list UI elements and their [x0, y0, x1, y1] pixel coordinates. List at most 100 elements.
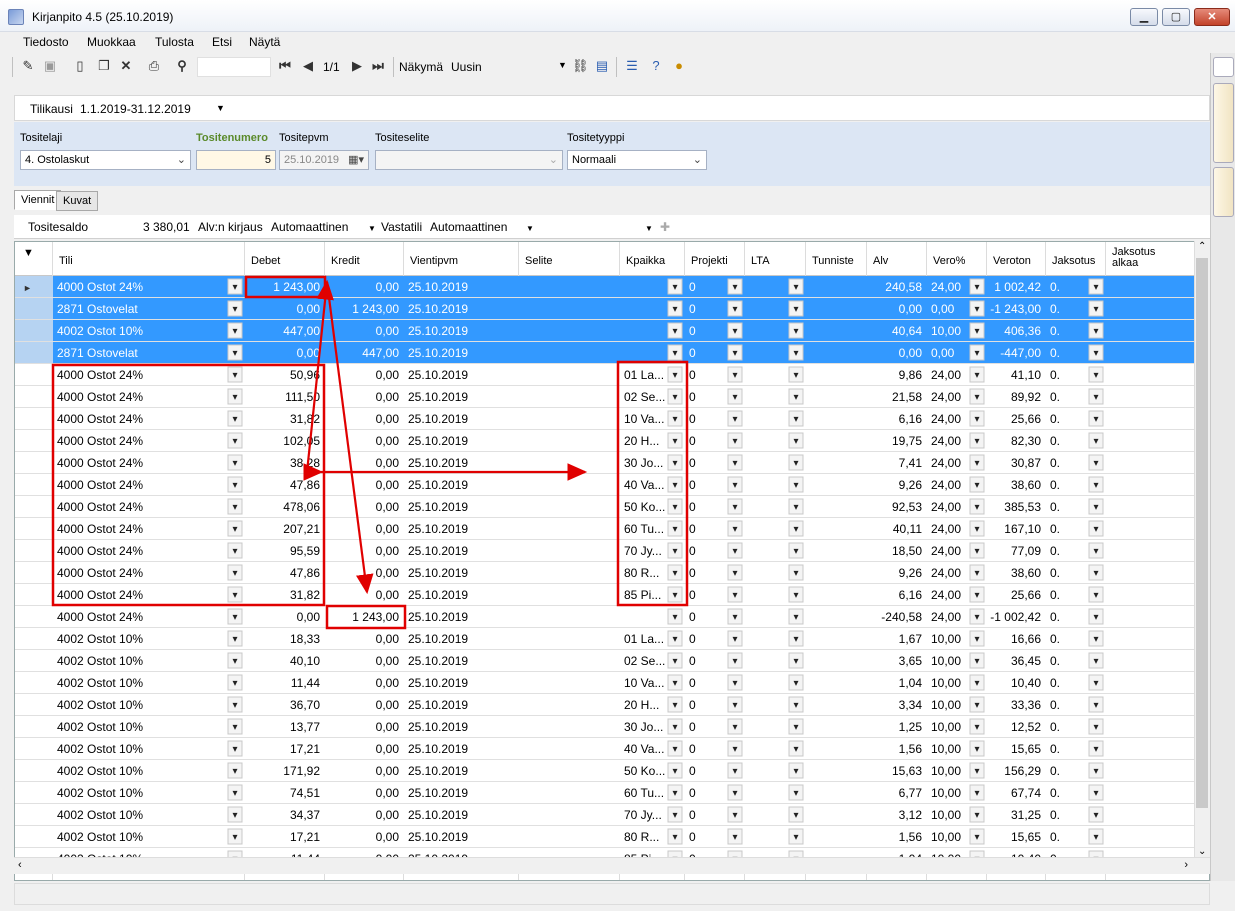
next-record-icon[interactable]: ▶	[349, 58, 365, 74]
counter-account-select[interactable]: Automaattinen	[430, 220, 507, 234]
tab-kuvat[interactable]: Kuvat	[56, 191, 99, 211]
row-selector[interactable]	[15, 804, 53, 826]
list-icon[interactable]: ☰	[624, 58, 640, 74]
horizontal-scrollbar[interactable]: ‹ ›	[14, 857, 1210, 874]
cell-6: 50 Ko...	[624, 764, 665, 778]
menu-tiedosto[interactable]: Tiedosto	[23, 35, 69, 49]
cell-12: 38,60	[1011, 478, 1041, 492]
voucher-date-input[interactable]: 25.10.2019 ▦▾	[279, 150, 369, 170]
cell-12: 89,92	[1011, 390, 1041, 404]
chevron-down-icon: ▾	[232, 568, 237, 579]
maximize-button[interactable]: ▢	[1162, 8, 1190, 26]
row-selector[interactable]	[15, 408, 53, 430]
menu-etsi[interactable]: Etsi	[212, 35, 232, 49]
cell-3: 447,00	[362, 346, 399, 360]
tab-viennit[interactable]: Viennit	[14, 190, 62, 210]
entries-grid[interactable]: ▼ Tili Debet Kredit Vientipvm Selite Kpaikka Pr…	[14, 241, 1210, 881]
row-selector[interactable]	[15, 496, 53, 518]
row-selector[interactable]	[15, 452, 53, 474]
chevron-down-icon[interactable]: ▼	[558, 60, 567, 70]
delete-icon[interactable]: ✕	[118, 58, 134, 74]
row-selector[interactable]	[15, 584, 53, 606]
row-selector[interactable]	[15, 782, 53, 804]
scroll-thumb[interactable]	[1196, 258, 1208, 808]
period-select[interactable]: 1.1.2019-31.12.2019	[80, 102, 191, 116]
menu-muokkaa[interactable]: Muokkaa	[87, 35, 136, 49]
chevron-down-icon[interactable]: ▼	[368, 224, 376, 233]
voucher-type-select[interactable]: 4. Ostolaskut ⌄	[20, 150, 191, 170]
first-record-icon[interactable]: ⏮	[277, 58, 293, 74]
row-selector[interactable]	[15, 606, 53, 628]
row-selector[interactable]	[15, 386, 53, 408]
chevron-down-icon: ▾	[672, 326, 677, 337]
row-selector[interactable]	[15, 694, 53, 716]
scroll-up-icon[interactable]: ⌃	[1198, 241, 1206, 252]
edit-icon[interactable]: ✎	[20, 58, 36, 74]
row-selector[interactable]	[15, 562, 53, 584]
print-icon[interactable]: ⎙	[146, 58, 162, 74]
cell-12: 15,65	[1011, 830, 1041, 844]
cell-6: 60 Tu...	[624, 522, 664, 536]
cell-11: 10,00	[931, 654, 961, 668]
cell-13: 0.	[1050, 544, 1060, 558]
row-selector[interactable]	[15, 320, 53, 342]
row-selector[interactable]	[15, 826, 53, 848]
dock-tab-1[interactable]	[1213, 83, 1234, 163]
row-selector[interactable]	[15, 738, 53, 760]
save-icon[interactable]: ▣	[42, 58, 58, 74]
row-selector[interactable]	[15, 276, 53, 298]
cell-2: 18,33	[290, 632, 320, 646]
chevron-down-icon: ▾	[1093, 348, 1098, 359]
minimize-button[interactable]: ▁	[1130, 8, 1158, 26]
chevron-down-icon[interactable]: ▼	[216, 103, 225, 113]
chevron-down-icon: ▾	[974, 832, 979, 843]
voucher-kind-select[interactable]: Normaali ⌄	[567, 150, 707, 170]
copy-document-icon[interactable]: ❐	[96, 58, 112, 74]
row-selector[interactable]	[15, 760, 53, 782]
menu-tulosta[interactable]: Tulosta	[155, 35, 194, 49]
refresh-icon[interactable]	[1213, 57, 1234, 77]
row-selector[interactable]	[15, 298, 53, 320]
row-selector[interactable]	[15, 364, 53, 386]
row-selector[interactable]	[15, 518, 53, 540]
document-m-icon[interactable]: ▤	[594, 58, 610, 74]
chevron-down-icon: ▾	[974, 524, 979, 535]
chevron-down-icon: ▾	[1093, 612, 1098, 623]
scroll-down-icon[interactable]: ⌄	[1198, 846, 1206, 857]
menu-nayta[interactable]: Näytä	[249, 35, 280, 49]
row-selector[interactable]	[15, 716, 53, 738]
coins-icon[interactable]: ●	[671, 58, 687, 74]
find-icon[interactable]: ⚲	[174, 58, 190, 74]
voucher-description-select[interactable]: ⌄	[375, 150, 563, 170]
row-selector[interactable]	[15, 474, 53, 496]
row-selector[interactable]	[15, 540, 53, 562]
vat-posting-select[interactable]: Automaattinen	[271, 220, 348, 234]
scroll-right-icon[interactable]: ›	[1184, 859, 1188, 871]
row-selector[interactable]	[15, 650, 53, 672]
search-input[interactable]	[197, 57, 271, 77]
cell-1: 4002 Ostot 10%	[57, 808, 143, 822]
row-selector[interactable]	[15, 430, 53, 452]
new-document-icon[interactable]: ▯	[72, 58, 88, 74]
add-icon[interactable]: ✚	[660, 220, 670, 234]
close-button[interactable]: ✕	[1194, 8, 1230, 26]
help-icon[interactable]: ?	[648, 58, 664, 74]
dock-tab-2[interactable]	[1213, 167, 1234, 217]
last-record-icon[interactable]: ⏭	[370, 58, 386, 74]
scroll-left-icon[interactable]: ‹	[18, 859, 22, 871]
row-selector[interactable]	[15, 342, 53, 364]
chevron-down-icon[interactable]: ▼	[645, 224, 653, 233]
view-select[interactable]: Uusin	[451, 60, 482, 74]
cell-10: -240,58	[881, 610, 922, 624]
cell-3: 0,00	[376, 632, 400, 646]
previous-record-icon[interactable]: ◀	[300, 58, 316, 74]
row-selector[interactable]	[15, 628, 53, 650]
cell-1: 4000 Ostot 24%	[57, 280, 143, 294]
link-icon[interactable]: ⛓	[572, 58, 589, 74]
row-selector[interactable]	[15, 672, 53, 694]
cell-4: 25.10.2019	[408, 588, 468, 602]
chevron-down-icon: ▾	[1093, 414, 1098, 425]
cell-13: 0.	[1050, 632, 1060, 646]
chevron-down-icon[interactable]: ▼	[526, 224, 534, 233]
voucher-number-input[interactable]: 5	[196, 150, 276, 170]
